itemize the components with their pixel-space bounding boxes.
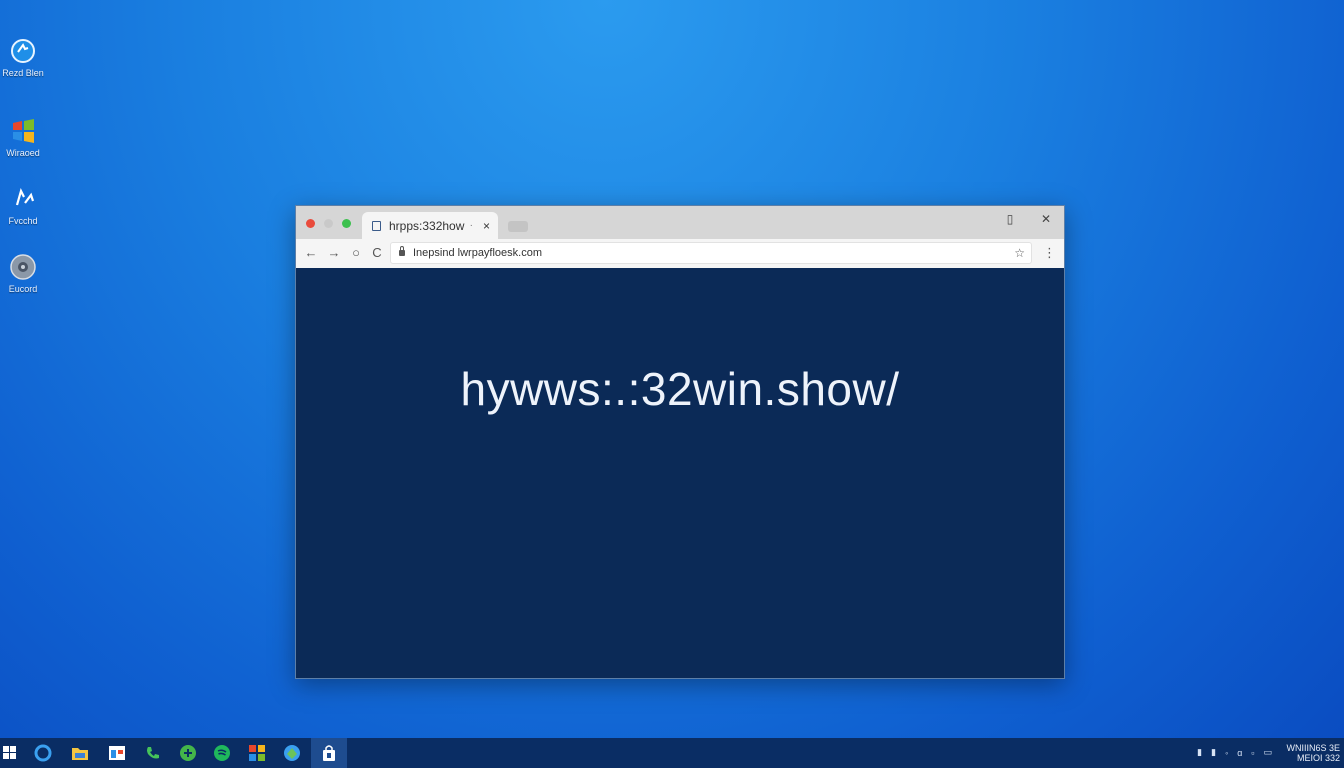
page-content: hywws:.:32win.show/ bbox=[296, 268, 1064, 678]
browser-tab[interactable]: hrpps:332how · × bbox=[362, 212, 498, 239]
taskbar: ▮ ▮ ◦ ɑ ▫ ▭ WNIIIN6S 3E MEIOI 332 bbox=[0, 738, 1344, 768]
desktop-icon-drive[interactable]: Eucord bbox=[0, 252, 46, 294]
page-headline: hywws:.:32win.show/ bbox=[460, 363, 900, 415]
tray-item[interactable]: ▭ bbox=[1263, 747, 1272, 758]
system-tray: ▮ ▮ ◦ ɑ ▫ ▭ bbox=[1197, 747, 1272, 758]
close-window-button[interactable]: ✕ bbox=[1036, 212, 1056, 226]
maximize-dot-icon[interactable] bbox=[342, 219, 351, 228]
url-text[interactable]: Inepsind lwrpayfloesk.com bbox=[413, 247, 1014, 259]
desktop-icon-label: Rezd Blen bbox=[2, 68, 44, 78]
taskbar-clock[interactable]: WNIIIN6S 3E MEIOI 332 bbox=[1274, 743, 1340, 763]
desktop-icon-label: Wiraoed bbox=[6, 148, 40, 158]
bookmark-star-icon[interactable]: ☆ bbox=[1014, 246, 1025, 260]
tab-title: hrpps:332how bbox=[389, 218, 465, 233]
edge-browser-icon[interactable] bbox=[33, 743, 53, 763]
new-tab-button[interactable] bbox=[508, 221, 528, 232]
stop-button[interactable]: ○ bbox=[347, 245, 365, 260]
tray-item[interactable]: ◦ bbox=[1225, 748, 1228, 758]
desktop-icon-network[interactable]: Rezd Blen bbox=[0, 36, 46, 78]
office-tiles-icon[interactable] bbox=[247, 743, 267, 763]
tab-indicator: · bbox=[469, 220, 473, 231]
clock-line-1: WNIIIN6S 3E bbox=[1286, 743, 1340, 753]
forward-button[interactable]: → bbox=[325, 245, 343, 260]
phone-icon[interactable] bbox=[143, 743, 163, 763]
desktop-icon-label: Eucord bbox=[8, 284, 38, 294]
lock-icon bbox=[399, 246, 405, 256]
tray-item[interactable]: ▮ bbox=[1211, 747, 1216, 758]
close-dot-icon[interactable] bbox=[306, 219, 315, 228]
desktop-icon-recycle[interactable]: Fvcchd bbox=[0, 184, 46, 226]
tray-item[interactable]: ɑ bbox=[1237, 748, 1242, 758]
store-window-icon[interactable] bbox=[107, 743, 127, 763]
recycle-arrows-icon bbox=[8, 184, 38, 214]
globe-icon[interactable] bbox=[282, 743, 302, 763]
music-icon[interactable] bbox=[212, 743, 232, 763]
windows-start-icon[interactable] bbox=[0, 743, 20, 763]
shopping-bag-icon[interactable] bbox=[319, 743, 339, 763]
disc-drive-icon bbox=[8, 252, 38, 282]
desktop-icon-label: Fvcchd bbox=[8, 216, 38, 226]
game-controller-icon[interactable] bbox=[178, 743, 198, 763]
windows-logo-icon bbox=[8, 116, 38, 146]
address-bar[interactable]: Inepsind lwrpayfloesk.com ☆ bbox=[390, 242, 1032, 264]
reload-button[interactable]: C bbox=[368, 245, 386, 260]
page-favicon-icon bbox=[372, 220, 381, 231]
desktop: Rezd Blen Wiraoed Fvcchd Eucord hrpps:33… bbox=[0, 0, 1344, 768]
minimize-dot-icon[interactable] bbox=[324, 219, 333, 228]
restore-window-button[interactable]: ▯ bbox=[1000, 212, 1020, 226]
browser-menu-button[interactable]: ⋮ bbox=[1043, 245, 1056, 261]
tray-item[interactable]: ▮ bbox=[1197, 747, 1202, 758]
back-button[interactable]: ← bbox=[302, 245, 320, 260]
browser-toolbar: ← → ○ C Inepsind lwrpayfloesk.com ☆ ⋮ bbox=[296, 239, 1064, 269]
tray-item[interactable]: ▫ bbox=[1251, 748, 1254, 758]
title-bar: hrpps:332how · × ▯ ✕ bbox=[296, 206, 1064, 239]
folder-icon[interactable] bbox=[70, 743, 90, 763]
desktop-icon-windows[interactable]: Wiraoed bbox=[0, 116, 46, 158]
clock-line-2: MEIOI 332 bbox=[1296, 753, 1340, 763]
network-globe-icon bbox=[8, 36, 38, 66]
tab-close-icon[interactable]: × bbox=[483, 219, 490, 233]
browser-window: hrpps:332how · × ▯ ✕ ← → ○ C Inepsind lw… bbox=[295, 205, 1065, 679]
